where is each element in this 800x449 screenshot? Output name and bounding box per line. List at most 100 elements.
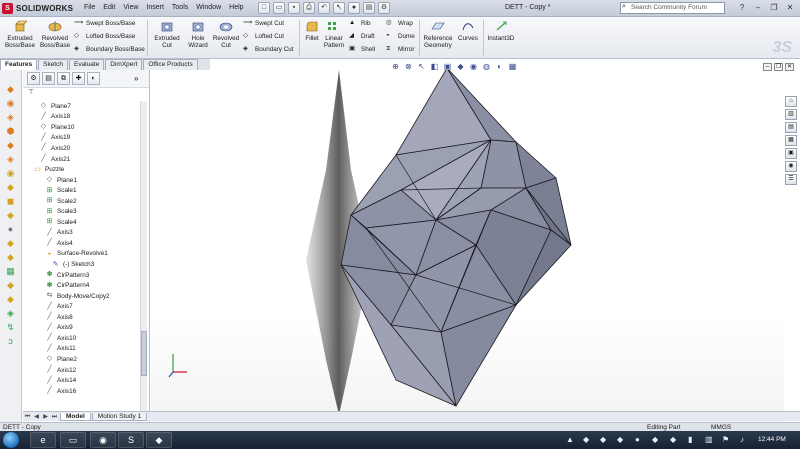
chamfer-icon[interactable]: ◆ — [4, 182, 17, 193]
network-icon[interactable]: ▥ — [705, 435, 713, 444]
tray-app-icon[interactable]: ◆ — [600, 435, 606, 444]
undo-icon[interactable]: ↶ — [318, 2, 330, 14]
search-input[interactable]: Search Community Forum — [620, 2, 725, 14]
shell-button[interactable]: ▣ Shell — [349, 45, 375, 54]
dimxpert-manager-icon[interactable]: ✚ — [72, 72, 85, 85]
solidworks-taskbar-icon[interactable]: ◆ — [146, 432, 172, 448]
expand-panel-icon[interactable]: » — [134, 74, 138, 83]
tree-item[interactable]: ╱ Axis20 — [39, 143, 70, 154]
menu-tools[interactable]: Tools — [168, 3, 192, 12]
tree-item[interactable]: ◇ Plane10 — [39, 122, 75, 133]
tray-expand-icon[interactable]: ▲ — [566, 435, 574, 444]
configuration-manager-icon[interactable]: ⧉ — [57, 72, 70, 85]
next-tab-icon[interactable]: ▶ — [41, 413, 50, 421]
tree-item[interactable]: ╱ Axis3 — [45, 228, 72, 239]
tree-item[interactable]: ╱ Axis10 — [45, 333, 76, 344]
view-palette-icon[interactable]: ▣ — [785, 148, 797, 159]
feature-tree-icon[interactable]: ⚙ — [27, 72, 40, 85]
boundary-boss-button[interactable]: ◈ Boundary Boss/Base — [74, 45, 145, 54]
tree-item[interactable]: ╱ Axis12 — [45, 365, 76, 376]
tree-item[interactable]: ╱ Axis9 — [45, 323, 72, 334]
tab-model[interactable]: Model — [60, 412, 91, 421]
tab-motion-study-1[interactable]: Motion Study 1 — [91, 412, 148, 421]
swept-boss-button[interactable]: ⟿ Swept Boss/Base — [74, 19, 135, 28]
tree-item[interactable]: ✽ CirPattern4 — [45, 280, 90, 291]
graphics-area[interactable] — [151, 70, 784, 423]
options-icon[interactable]: ⚙ — [378, 2, 390, 14]
loft-icon[interactable]: ⬢ — [4, 126, 17, 137]
restore-icon[interactable]: ❐ — [767, 2, 781, 14]
tree-item[interactable]: ╱ Axis4 — [45, 238, 72, 249]
sweep-icon[interactable]: ◈ — [4, 112, 17, 123]
revolved-boss-button[interactable]: Revolved Boss/Base — [38, 20, 72, 49]
model-view[interactable] — [151, 70, 784, 423]
search-results-icon[interactable]: ▦ — [785, 135, 797, 146]
tree-item[interactable]: ⇆ Body-Move/Copy2 — [45, 291, 110, 302]
mirror-icon[interactable]: ◈ — [4, 308, 17, 319]
zoom-to-area-icon[interactable]: ⊗ — [403, 62, 414, 71]
close-icon[interactable]: ✕ — [783, 2, 797, 14]
cut-icon[interactable]: ◆ — [4, 140, 17, 151]
menu-insert[interactable]: Insert — [142, 3, 168, 12]
start-button[interactable] — [3, 432, 19, 448]
hide-show-items-icon[interactable]: ◉ — [468, 62, 479, 71]
select-icon[interactable]: ↖ — [333, 2, 345, 14]
tree-item[interactable]: ◇ Plane2 — [45, 354, 77, 365]
curves-button[interactable]: Curves — [456, 20, 480, 42]
volume-icon[interactable]: ♪ — [740, 435, 744, 444]
tab-features[interactable]: Features — [0, 59, 38, 70]
tree-item[interactable]: ▭ Puzzle — [33, 164, 64, 175]
pattern-icon[interactable]: ▦ — [4, 266, 17, 277]
file-properties-icon[interactable]: ▤ — [363, 2, 375, 14]
file-explorer-icon[interactable]: ▭ — [60, 432, 86, 448]
tree-scrollbar[interactable] — [140, 101, 147, 417]
display-manager-icon[interactable]: ◐ — [87, 72, 100, 85]
action-center-icon[interactable]: ⚑ — [722, 435, 729, 444]
wrap-icon[interactable]: ◆ — [4, 252, 17, 263]
lofted-boss-button[interactable]: ◇ Lofted Boss/Base — [74, 32, 135, 41]
extrude-icon[interactable]: ◆ — [4, 84, 17, 95]
tree-item[interactable]: ╱ Axis16 — [45, 386, 76, 397]
hole-icon[interactable]: ◈ — [4, 154, 17, 165]
mirror-button[interactable]: ⧖ Mirror — [386, 45, 414, 54]
appearances-icon[interactable]: ◉ — [785, 161, 797, 172]
display-style-icon[interactable]: ◆ — [455, 62, 466, 71]
tree-item[interactable]: ⊞ Scale3 — [45, 207, 77, 218]
previous-tab-icon[interactable]: ◀ — [32, 413, 41, 421]
file-explorer-icon[interactable]: ▤ — [785, 122, 797, 133]
boundary-cut-button[interactable]: ◈ Boundary Cut — [243, 45, 294, 54]
status-units[interactable]: MMGS — [711, 424, 731, 431]
tree-item[interactable]: ╱ Axis18 — [39, 112, 70, 123]
tree-item[interactable]: ╱ Axis19 — [39, 133, 70, 144]
battery-icon[interactable]: ▮ — [688, 435, 692, 444]
print-icon[interactable]: ⎙ — [303, 2, 315, 14]
edit-appearance-icon[interactable]: ◍ — [481, 62, 492, 71]
property-manager-icon[interactable]: ▤ — [42, 72, 55, 85]
dome-button[interactable]: ◓ Dome — [386, 32, 415, 41]
tree-item[interactable]: ⊞ Scale1 — [45, 185, 77, 196]
tree-item[interactable]: ⊞ Scale2 — [45, 196, 77, 207]
minimize-icon[interactable]: – — [751, 2, 765, 14]
curve-icon[interactable]: ↯ — [4, 322, 17, 333]
dome-icon[interactable]: ● — [4, 224, 17, 235]
tree-item[interactable]: ╱ Axis7 — [45, 301, 72, 312]
tab-office-products[interactable]: Office Products — [143, 59, 198, 70]
instant3d-button[interactable]: Instant3D — [485, 20, 517, 42]
draft-icon[interactable]: ◆ — [4, 238, 17, 249]
tree-item[interactable]: ◇ Plane1 — [45, 175, 77, 186]
hole-wizard-button[interactable]: Hole Wizard — [184, 20, 212, 49]
tree-item[interactable]: ╱ Axis8 — [45, 312, 72, 323]
instant3d-icon[interactable]: ↄ — [4, 336, 17, 347]
open-folder-icon[interactable]: ▭ — [273, 2, 285, 14]
revolved-cut-button[interactable]: Revolved Cut — [212, 20, 240, 49]
tree-item[interactable]: ╱ Axis11 — [45, 344, 75, 355]
previous-view-icon[interactable]: ↖ — [416, 62, 427, 71]
draft-button[interactable]: ◢ Draft — [349, 32, 375, 41]
extruded-boss-button[interactable]: Extruded Boss/Base — [3, 20, 37, 49]
rebuild-icon[interactable]: ● — [348, 2, 360, 14]
revolve-icon[interactable]: ◉ — [4, 98, 17, 109]
chrome-icon[interactable]: ◉ — [90, 432, 116, 448]
taskbar-clock[interactable]: 12:44 PM — [758, 436, 786, 443]
viewport-close-icon[interactable]: ✕ — [785, 63, 794, 71]
tree-item[interactable]: ⊞ Scale4 — [45, 217, 77, 228]
